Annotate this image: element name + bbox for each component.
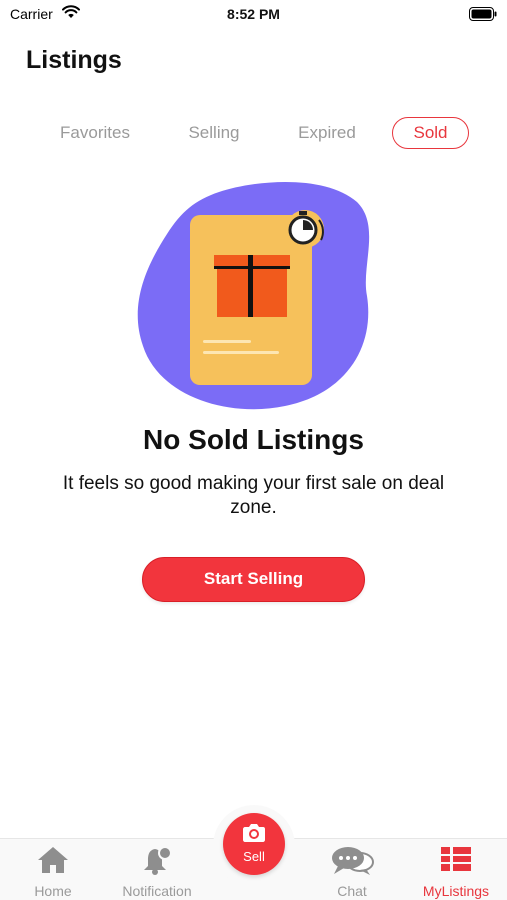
gift-box-card-icon [135,180,375,412]
listing-tabs: Favorites Selling Expired Sold [0,117,507,149]
nav-home-label: Home [34,883,72,899]
start-selling-button[interactable]: Start Selling [142,557,365,602]
page-title: Listings [26,46,122,74]
nav-home[interactable]: Home [17,839,89,900]
home-icon [36,845,70,880]
chat-bubbles-icon [330,845,374,882]
empty-state-description: It feels so good making your first sale … [62,473,445,518]
nav-mylistings[interactable]: MyListings [410,839,502,900]
sell-button[interactable]: Sell [223,813,285,875]
camera-icon [242,822,266,849]
tab-selling[interactable]: Selling [178,117,250,149]
empty-state-title: No Sold Listings [143,424,364,455]
status-bar: Carrier 8:52 PM [0,0,507,28]
list-icon [440,845,472,878]
battery-icon [469,7,497,26]
status-time: 8:52 PM [227,6,280,22]
nav-mylistings-label: MyListings [422,883,490,899]
nav-chat[interactable]: Chat [316,839,388,900]
nav-notification[interactable]: Notification [108,839,206,900]
bell-icon [141,845,173,882]
sell-label: Sell [243,849,265,864]
tab-favorites[interactable]: Favorites [52,117,138,149]
tab-sold[interactable]: Sold [392,117,469,149]
nav-chat-label: Chat [337,883,367,899]
nav-notification-label: Notification [122,883,192,899]
tab-expired[interactable]: Expired [288,117,366,149]
